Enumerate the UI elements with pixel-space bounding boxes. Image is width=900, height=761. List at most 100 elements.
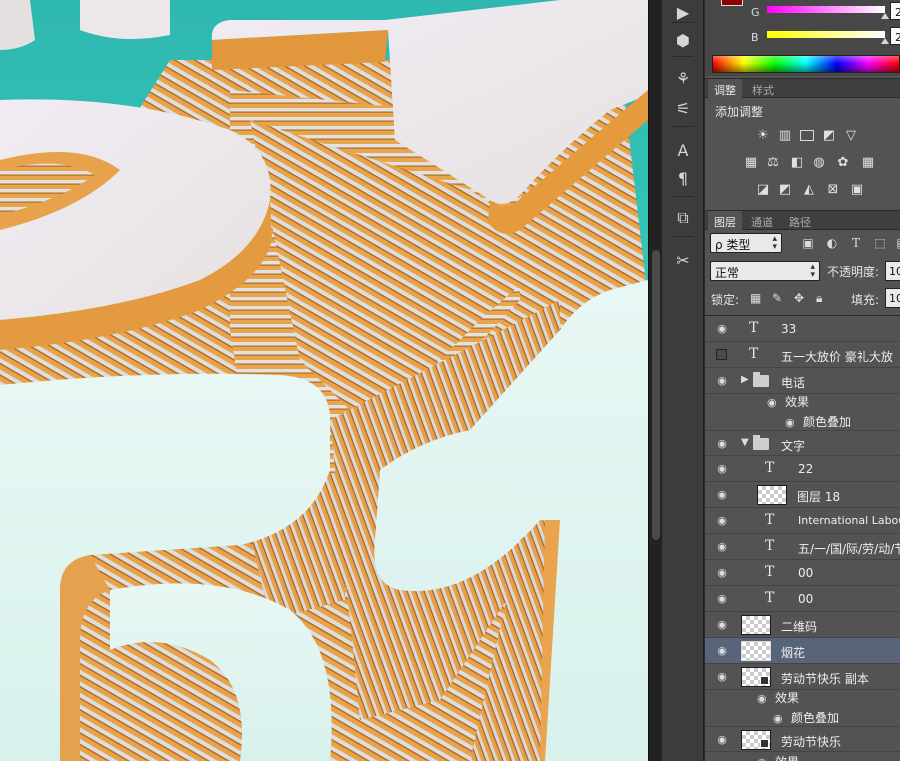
tab-layers[interactable]: 图层 bbox=[708, 211, 742, 230]
lock-all-icon[interactable]: 🔒︎ bbox=[816, 291, 822, 306]
visibility-eye-icon[interactable]: ◉ bbox=[715, 322, 729, 336]
color-spectrum[interactable] bbox=[712, 55, 900, 73]
effect-eye-icon[interactable]: ◉ bbox=[757, 756, 767, 761]
play-icon[interactable]: ▶ bbox=[670, 0, 696, 24]
visibility-eye-icon[interactable]: ◉ bbox=[715, 488, 729, 502]
tab-paths[interactable]: 路径 bbox=[783, 211, 817, 230]
visibility-toggle-off[interactable] bbox=[716, 349, 727, 360]
color-balance-icon[interactable]: ⚖ bbox=[765, 155, 781, 170]
visibility-eye-icon[interactable]: ◉ bbox=[715, 618, 729, 632]
visibility-eye-icon[interactable]: ◉ bbox=[715, 566, 729, 580]
layer-row[interactable]: ◉ 图层 18 bbox=[705, 482, 900, 508]
filter-adjustment-icon[interactable]: ◐ bbox=[824, 236, 840, 250]
scrollbar-thumb[interactable] bbox=[652, 250, 660, 540]
levels-icon[interactable]: ▥ bbox=[777, 128, 793, 143]
layer-filter-select[interactable]: ρ 类型 ▴ ▾ bbox=[710, 233, 782, 253]
layer-row[interactable]: ◉ T 22 bbox=[705, 456, 900, 482]
visibility-eye-icon[interactable]: ◉ bbox=[715, 437, 729, 451]
exposure-icon[interactable]: ◩ bbox=[821, 128, 837, 143]
tools-preset-icon[interactable]: ✂ bbox=[670, 248, 696, 272]
channel-bar[interactable] bbox=[767, 31, 885, 38]
canvas-scrollbar[interactable] bbox=[648, 0, 662, 761]
lock-brush-icon[interactable]: ✎ bbox=[772, 291, 782, 305]
slider-knob[interactable] bbox=[881, 13, 889, 19]
visibility-eye-icon[interactable]: ◉ bbox=[715, 644, 729, 658]
photo-filter-icon[interactable]: ◍ bbox=[811, 155, 827, 170]
selective-color-icon[interactable]: ▣ bbox=[849, 182, 865, 197]
hue-saturation-icon[interactable]: ▦ bbox=[743, 155, 759, 170]
layer-row-selected[interactable]: ◉ 烟花 bbox=[705, 638, 900, 664]
layer-row[interactable]: ◉ 劳动节快乐 bbox=[705, 726, 900, 752]
expand-arrow-icon[interactable]: ▶ bbox=[741, 374, 749, 385]
vibrance-icon[interactable]: ▽ bbox=[843, 128, 859, 143]
fill-input[interactable]: 10 bbox=[885, 288, 900, 308]
visibility-eye-icon[interactable]: ◉ bbox=[715, 670, 729, 684]
document-canvas[interactable] bbox=[0, 0, 648, 761]
visibility-eye-icon[interactable]: ◉ bbox=[715, 374, 729, 388]
layer-row[interactable]: ◉ T 00 bbox=[705, 586, 900, 612]
layer-name: 文字 bbox=[781, 439, 806, 453]
blend-mode-select[interactable]: 正常 ▴ ▾ bbox=[710, 261, 820, 281]
brightness-icon[interactable]: ☀ bbox=[755, 128, 771, 143]
effects-row[interactable]: ◉ 效果 bbox=[705, 750, 900, 761]
slider-green[interactable]: G 255 bbox=[745, 2, 900, 24]
tab-channels[interactable]: 通道 bbox=[745, 211, 779, 230]
effect-eye-icon[interactable]: ◉ bbox=[773, 712, 783, 725]
layer-row[interactable]: ◉ T 33 bbox=[705, 316, 900, 342]
layer-row[interactable]: ◉ 二维码 bbox=[705, 612, 900, 638]
foreground-color-swatch[interactable] bbox=[721, 0, 743, 6]
visibility-eye-icon[interactable]: ◉ bbox=[715, 462, 729, 476]
divider bbox=[672, 196, 694, 197]
effect-name: 颜色叠加 bbox=[791, 711, 840, 725]
layer-row[interactable]: ◉ T 00 bbox=[705, 560, 900, 586]
layer-name: 图层 18 bbox=[797, 490, 841, 504]
effect-eye-icon[interactable]: ◉ bbox=[757, 692, 767, 705]
invert-icon[interactable]: ◪ bbox=[755, 182, 771, 197]
threshold-icon[interactable]: ◭ bbox=[801, 182, 817, 197]
channel-value-input[interactable]: 255 bbox=[890, 2, 900, 20]
layer-thumbnail bbox=[757, 485, 787, 505]
effect-row[interactable]: ◉ 颜色叠加 bbox=[705, 706, 900, 726]
layer-row[interactable]: T 五一大放价 豪礼大放 bbox=[705, 342, 900, 368]
lock-move-icon[interactable]: ✥ bbox=[794, 291, 804, 305]
paragraph-panel-icon[interactable]: ¶ bbox=[670, 166, 696, 190]
3d-cube-icon[interactable]: ⬢ bbox=[670, 28, 696, 52]
channel-value-input[interactable]: 255 bbox=[890, 27, 900, 45]
layer-group-row[interactable]: ◉ ▼ 文字 bbox=[705, 430, 900, 456]
clone-source-icon[interactable]: ⧉ bbox=[670, 206, 696, 230]
layer-name: 五一大放价 豪礼大放 bbox=[781, 350, 893, 364]
slider-blue[interactable]: B 255 bbox=[745, 27, 900, 49]
visibility-eye-icon[interactable]: ◉ bbox=[715, 540, 729, 554]
visibility-eye-icon[interactable]: ◉ bbox=[715, 592, 729, 606]
filter-smart-icon[interactable]: ▤ bbox=[894, 236, 900, 250]
black-white-icon[interactable]: ◧ bbox=[789, 155, 805, 170]
channel-mixer-icon[interactable]: ✿ bbox=[835, 155, 851, 170]
brush-settings-icon[interactable]: ⚟ bbox=[670, 96, 696, 120]
layer-row[interactable]: ◉ T International Labour bbox=[705, 508, 900, 534]
add-adjustment-title: 添加调整 bbox=[715, 105, 764, 119]
color-lookup-icon[interactable]: ▦ bbox=[860, 155, 876, 170]
visibility-eye-icon[interactable]: ◉ bbox=[715, 733, 729, 747]
channel-bar[interactable] bbox=[767, 6, 885, 13]
brush-presets-icon[interactable]: ⚘ bbox=[670, 66, 696, 90]
layer-row[interactable]: ◉ T 五/一/国/际/劳/动/节 bbox=[705, 534, 900, 560]
effect-eye-icon[interactable]: ◉ bbox=[767, 396, 777, 409]
curves-icon[interactable] bbox=[799, 128, 815, 142]
effects-row[interactable]: ◉ 效果 bbox=[705, 390, 900, 410]
filter-pixel-icon[interactable]: ▣ bbox=[800, 236, 816, 250]
opacity-input[interactable]: 10 bbox=[885, 261, 900, 281]
collapse-arrow-icon[interactable]: ▼ bbox=[741, 437, 749, 448]
lock-transparent-icon[interactable]: ▦ bbox=[750, 291, 761, 305]
posterize-icon[interactable]: ◩ bbox=[777, 182, 793, 197]
character-panel-icon[interactable]: A bbox=[670, 138, 696, 162]
effects-row[interactable]: ◉ 效果 bbox=[705, 686, 900, 706]
filter-type-icon[interactable]: T bbox=[848, 236, 864, 250]
effect-eye-icon[interactable]: ◉ bbox=[785, 416, 795, 429]
gradient-map-icon[interactable]: ⊠ bbox=[825, 182, 841, 197]
tab-styles[interactable]: 样式 bbox=[746, 79, 780, 98]
tab-adjustments[interactable]: 调整 bbox=[708, 79, 742, 98]
slider-knob[interactable] bbox=[881, 38, 889, 44]
effect-row[interactable]: ◉ 颜色叠加 bbox=[705, 410, 900, 430]
filter-shape-icon[interactable]: ⬚ bbox=[872, 236, 888, 250]
visibility-eye-icon[interactable]: ◉ bbox=[715, 514, 729, 528]
